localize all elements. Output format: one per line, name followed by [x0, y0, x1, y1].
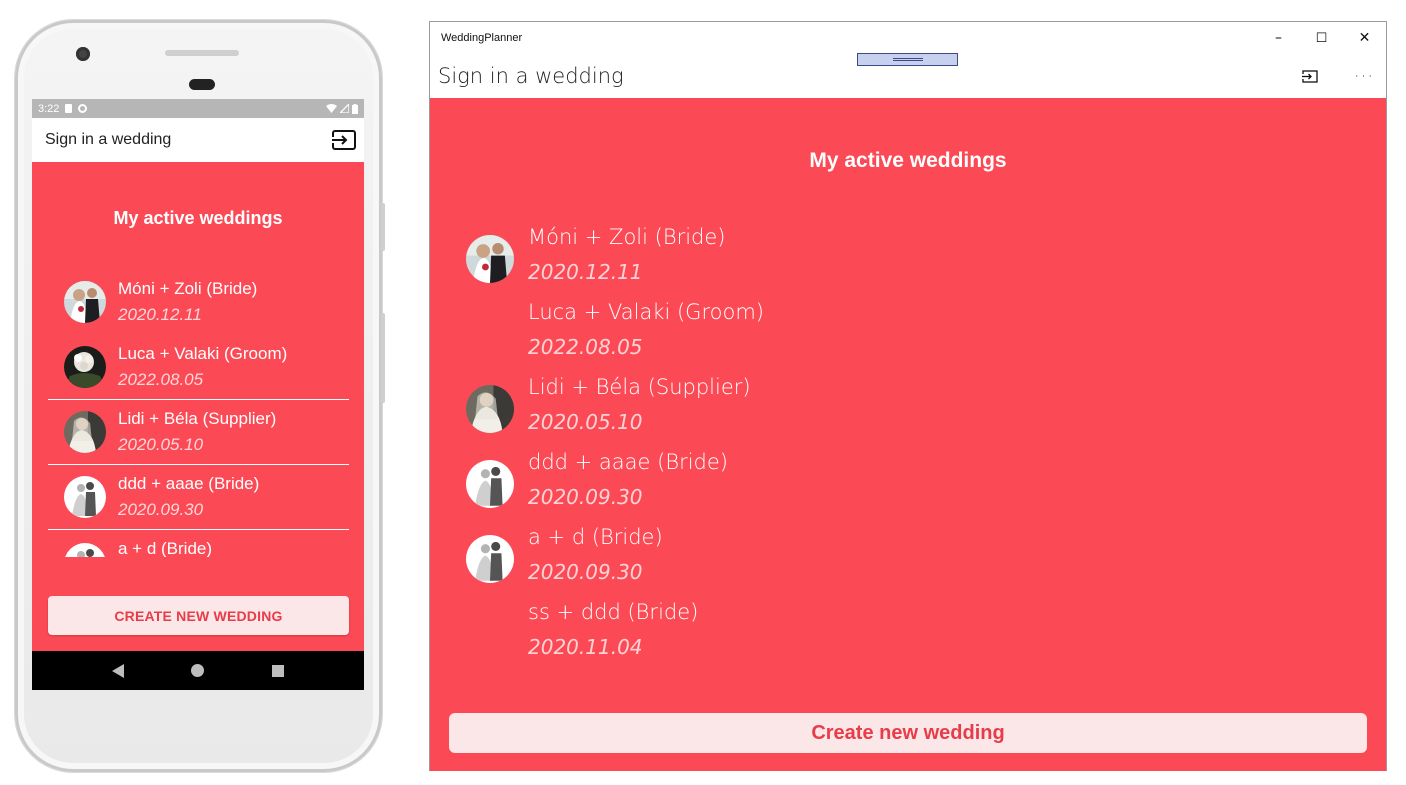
android-phone-frame: 3:22 Sign in a wedding My active wedding…: [15, 20, 385, 772]
wedding-name: Móni + Zoli (Bride): [118, 278, 258, 298]
list-item[interactable]: ddd + aaae (Bride) 2020.09.30: [466, 450, 764, 525]
sign-in-icon: [1302, 69, 1318, 83]
wedding-name: Luca + Valaki (Groom): [118, 343, 288, 363]
wedding-name: ss + ddd (Bride): [528, 600, 699, 624]
list-item[interactable]: Luca + Valaki (Groom) 2022.08.05: [466, 300, 764, 375]
close-button[interactable]: ✕: [1343, 22, 1386, 54]
wedding-date: 2020.11.04: [528, 635, 643, 659]
wedding-name: Lidi + Béla (Supplier): [528, 375, 751, 399]
wedding-name: a + d (Bride): [118, 539, 213, 557]
wedding-date: 2020.12.11: [118, 304, 202, 324]
back-icon[interactable]: [111, 663, 124, 678]
list-item[interactable]: Luca + Valaki (Groom) 2022.08.05: [48, 334, 349, 399]
wedding-name: a + d (Bride): [528, 525, 663, 549]
list-item[interactable]: Móni + Zoli (Bride) 2020.12.11: [48, 269, 349, 334]
status-time: 3:22: [38, 102, 60, 115]
main-content: My active weddings Móni + Zoli (Bride) 2…: [430, 98, 1386, 771]
maximize-button[interactable]: ☐: [1300, 22, 1343, 54]
wedding-name: ddd + aaae (Bride): [118, 473, 260, 493]
wedding-name: Lidi + Béla (Supplier): [118, 408, 277, 428]
home-icon[interactable]: [191, 664, 205, 677]
wedding-date: 2020.09.30: [528, 560, 643, 584]
list-item[interactable]: a + d (Bride): [48, 529, 349, 557]
wedding-date: 2022.08.05: [118, 369, 204, 389]
couple-silhouette-icon: [466, 535, 514, 583]
sign-in-icon[interactable]: [332, 130, 356, 150]
power-button: [381, 313, 385, 403]
command-bar: Sign in a wedding ···: [430, 54, 1386, 98]
list-item[interactable]: Lidi + Béla (Supplier) 2020.05.10: [48, 399, 349, 464]
list-item[interactable]: a + d (Bride) 2020.09.30: [466, 525, 764, 600]
windows-app-window: WeddingPlanner – ☐ ✕ Sign in a wedding ·…: [429, 21, 1387, 771]
empty-avatar: [466, 610, 514, 658]
bouquet-photo-icon: [64, 345, 106, 388]
wedding-date: 2020.05.10: [528, 410, 643, 434]
create-wedding-button[interactable]: CREATE NEW WEDDING: [48, 596, 349, 635]
empty-avatar: [466, 310, 514, 358]
wedding-list: Móni + Zoli (Bride) 2020.12.11 Luca + Va…: [48, 269, 349, 557]
wifi-icon: [326, 104, 337, 113]
wedding-date: 2022.08.05: [528, 335, 643, 359]
page-title: Sign in a wedding: [438, 64, 624, 88]
volume-button: [381, 203, 385, 251]
wedding-name: Móni + Zoli (Bride): [528, 225, 726, 249]
sign-in-button[interactable]: [1294, 60, 1326, 92]
wedding-list: Móni + Zoli (Bride) 2020.12.11 Luca + Va…: [466, 225, 764, 675]
couple-silhouette-icon: [64, 475, 106, 518]
recent-apps-icon[interactable]: [272, 664, 285, 677]
bride-photo-icon: [466, 385, 514, 433]
couple-photo-icon: [64, 280, 106, 323]
page-title: Sign in a wedding: [45, 131, 172, 148]
android-toolbar: Sign in a wedding: [32, 118, 364, 162]
couple-silhouette-icon: [466, 460, 514, 508]
section-heading: My active weddings: [809, 149, 1007, 172]
screenshot-stage: 3:22 Sign in a wedding My active wedding…: [0, 0, 1406, 785]
minimize-button[interactable]: –: [1257, 22, 1300, 54]
more-options-button[interactable]: ···: [1348, 60, 1380, 92]
bride-photo-icon: [64, 410, 106, 453]
list-item[interactable]: ss + ddd (Bride) 2020.11.04: [466, 600, 764, 675]
app-title: WeddingPlanner: [441, 32, 523, 44]
wedding-name: Luca + Valaki (Groom): [528, 300, 764, 324]
wedding-date: 2020.09.30: [118, 499, 204, 519]
wedding-name: ddd + aaae (Bride): [528, 450, 728, 474]
android-screen: 3:22 Sign in a wedding My active wedding…: [32, 99, 364, 690]
proximity-sensor: [189, 79, 215, 90]
couple-silhouette-icon: [64, 543, 106, 557]
create-wedding-button[interactable]: Create new wedding: [449, 713, 1367, 753]
window-titlebar: WeddingPlanner – ☐ ✕: [430, 22, 1386, 54]
wedding-date: 2020.05.10: [118, 434, 204, 454]
list-item[interactable]: ddd + aaae (Bride) 2020.09.30: [48, 464, 349, 529]
wedding-date: 2020.09.30: [528, 485, 643, 509]
front-camera: [76, 47, 90, 61]
signal-icon: [340, 104, 349, 113]
earpiece-speaker: [165, 50, 239, 56]
sync-icon: [78, 104, 88, 113]
android-nav-bar: [32, 651, 364, 690]
list-item[interactable]: Lidi + Béla (Supplier) 2020.05.10: [466, 375, 764, 450]
wedding-date: 2020.12.11: [528, 260, 643, 284]
couple-photo-icon: [466, 235, 514, 283]
battery-icon: [352, 103, 358, 114]
list-item[interactable]: Móni + Zoli (Bride) 2020.12.11: [466, 225, 764, 300]
sd-card-icon: [65, 104, 73, 113]
android-status-bar: 3:22: [32, 99, 364, 118]
section-heading: My active weddings: [113, 208, 283, 228]
